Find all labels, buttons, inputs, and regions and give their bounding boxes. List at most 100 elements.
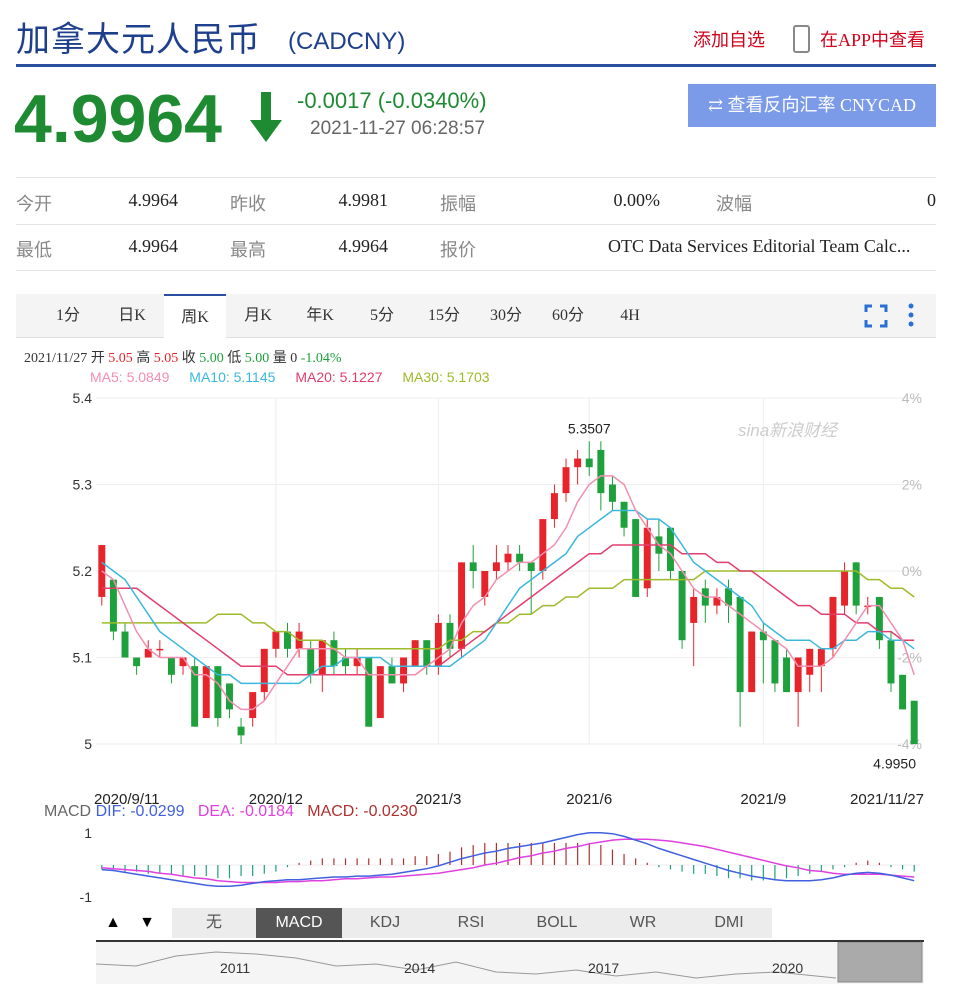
macd-y-tick: 1 (84, 825, 92, 841)
add-favorite-link[interactable]: 添加自选 (693, 26, 765, 52)
candle-up (411, 640, 419, 667)
candle-body (666, 527, 674, 571)
candle-down (191, 657, 199, 727)
x-tick-label: 2021/3 (415, 791, 461, 808)
tab-5min[interactable]: 5分 (352, 294, 412, 337)
ma20-legend: MA20: 5.1227 (295, 369, 383, 385)
indicator-boll[interactable]: BOLL (514, 908, 601, 938)
candle-body (736, 596, 744, 693)
indicator-kdj[interactable]: KDJ (342, 908, 429, 938)
candle-body (376, 666, 384, 719)
candle-up (376, 666, 384, 719)
candle-body (910, 700, 918, 744)
candle-down (620, 501, 628, 537)
ma-legend: MA5: 5.0849 MA10: 5.1145 MA20: 5.1227 MA… (90, 369, 506, 385)
tab-daily-k[interactable]: 日K (102, 294, 162, 337)
indicator-wr[interactable]: WR (600, 908, 687, 938)
candle-down (608, 475, 616, 511)
candle-up (550, 484, 558, 528)
candle-up (690, 588, 698, 667)
candle-body (249, 692, 257, 719)
tab-weekly-k[interactable]: 周K (164, 294, 226, 338)
candle-body (318, 640, 326, 675)
x-tick-label: 2021/11/27 (850, 791, 924, 808)
open-label: 今开 (16, 194, 52, 214)
dea-legend: DEA: -0.0184 (197, 803, 294, 820)
candle-up (492, 545, 500, 580)
candle-up (806, 648, 814, 693)
amplitude-value: 0.00% (613, 190, 661, 210)
more-options-icon[interactable] (906, 302, 916, 328)
candle-high-label: 高 (136, 351, 151, 366)
tab-1min[interactable]: 1分 (40, 294, 96, 337)
candlestick-chart[interactable]: 5.45.35.25.154%2%0%-2%-4%2020/9/11 2020/1… (0, 388, 958, 808)
x-tick-label: 2021/6 (566, 791, 612, 808)
candle-up (202, 666, 210, 719)
amplitude-label: 振幅 (440, 194, 476, 214)
phone-icon (793, 25, 810, 53)
arrow-down-icon (250, 92, 282, 142)
reverse-rate-button[interactable]: ⇄ 查看反向汇率 CNYCAD (688, 84, 936, 127)
candle-low-label: 低 (227, 351, 242, 366)
candle-body (632, 519, 640, 597)
indicator-rsi[interactable]: RSI (428, 908, 515, 938)
candle-body (585, 458, 593, 468)
candle-up (272, 631, 280, 658)
tab-yearly-k[interactable]: 年K (290, 294, 350, 337)
candle-body (272, 631, 280, 649)
candle-down (852, 562, 860, 615)
candle-body (411, 640, 419, 667)
candle-up (817, 648, 825, 693)
candle-down (910, 700, 918, 744)
candle-body (562, 467, 570, 494)
fullscreen-icon[interactable] (864, 304, 888, 328)
candle-up (794, 657, 802, 727)
ma5-legend: MA5: 5.0849 (90, 369, 170, 385)
candle-up (713, 588, 721, 615)
candle-up (458, 562, 466, 658)
nav-year-2011: 2011 (220, 960, 251, 976)
candle-body (539, 519, 547, 571)
y-tick-label: 5.2 (73, 563, 93, 579)
candle-open: 5.05 (108, 351, 133, 366)
scroll-up-button[interactable]: ▲ (96, 908, 131, 938)
volatility-value: 0 (927, 190, 936, 210)
candle-body (307, 648, 315, 675)
dif-legend: DIF: -0.0299 (95, 803, 185, 820)
high-value: 4.9964 (338, 236, 389, 256)
view-in-app-link[interactable]: 在APP中查看 (820, 26, 925, 52)
navigator-window[interactable] (837, 942, 923, 983)
ma30-line (101, 570, 915, 650)
y-tick-label: 5 (84, 736, 92, 752)
candle-body (260, 648, 268, 693)
candle-change: -1.04% (300, 351, 342, 366)
tab-4h[interactable]: 4H (600, 294, 660, 337)
indicator-none[interactable]: 无 (172, 908, 257, 938)
candle-down (469, 545, 477, 589)
candle-down (783, 648, 791, 693)
header-divider (16, 64, 936, 67)
tab-60min[interactable]: 60分 (538, 294, 598, 337)
candle-down (237, 718, 245, 744)
tab-15min[interactable]: 15分 (414, 294, 474, 337)
candle-body (748, 631, 756, 693)
low-value: 4.9964 (128, 236, 179, 256)
macd-chart: 1 -1 (80, 825, 920, 905)
candle-down (527, 562, 535, 615)
open-value: 4.9964 (128, 190, 179, 210)
scroll-down-button[interactable]: ▼ (130, 908, 165, 938)
time-navigator[interactable]: 2011 2014 2017 2020 (96, 940, 924, 984)
indicator-dmi[interactable]: DMI (686, 908, 773, 938)
tab-30min[interactable]: 30分 (476, 294, 536, 337)
low-label: 最低 (16, 240, 52, 260)
candle-body (330, 640, 338, 667)
candle-volume-label: 量 (272, 351, 287, 366)
indicator-macd[interactable]: MACD (256, 908, 343, 938)
candle-down (133, 657, 141, 675)
tab-monthly-k[interactable]: 月K (228, 294, 288, 337)
macd-y-tick: -1 (80, 889, 93, 905)
candle-down (771, 640, 779, 693)
period-tabs: 1分 日K 周K 月K 年K 5分 15分 30分 60分 4H (16, 294, 936, 338)
y-right-tick-label: -4% (897, 736, 922, 752)
volatility-label: 波幅 (716, 194, 752, 214)
